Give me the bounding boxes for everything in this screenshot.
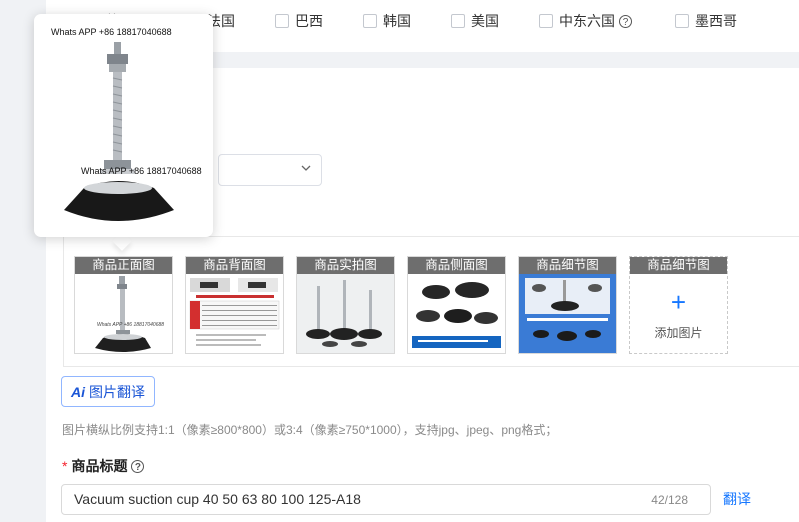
image-format-hint: 图片横纵比例支持1:1（像素≥800*800）或3:4（像素≥750*1000）… bbox=[62, 423, 558, 437]
chevron-down-icon bbox=[301, 165, 311, 171]
checkbox[interactable] bbox=[539, 14, 553, 28]
preview-watermark: Whats APP +86 18817040688 bbox=[81, 166, 202, 176]
suction-cup-preview-image bbox=[64, 42, 174, 221]
product-title-text: 商品标题 bbox=[71, 458, 128, 474]
help-icon[interactable]: ? bbox=[619, 14, 632, 28]
char-counter: 42/128 bbox=[651, 493, 688, 507]
country-checkbox-usa[interactable]: 美国 bbox=[451, 11, 499, 31]
help-icon[interactable]: ? bbox=[131, 459, 145, 473]
image-slot-label: 商品细节图 bbox=[630, 257, 727, 274]
checkbox[interactable] bbox=[675, 14, 689, 28]
image-slot-label: 商品背面图 bbox=[186, 257, 283, 274]
checkbox[interactable] bbox=[451, 14, 465, 28]
thumb-watermark: Whats APP +86 18817040688 bbox=[97, 322, 164, 328]
preview-watermark: Whats APP +86 18817040688 bbox=[51, 27, 172, 37]
image-translate-label: 图片翻译 bbox=[89, 383, 145, 400]
suction-cup-image: Whats APP +86 18817040688 bbox=[95, 276, 164, 352]
add-image-label: 添加图片 bbox=[654, 326, 703, 340]
suction-cup-detail-image bbox=[519, 274, 616, 353]
required-mark: * bbox=[62, 458, 68, 474]
product-title-input[interactable]: Vacuum suction cup 40 50 63 80 100 125-A… bbox=[61, 484, 711, 515]
translate-link[interactable]: 翻译 bbox=[723, 489, 751, 509]
country-checkbox-middle-east[interactable]: 中东六国 ? bbox=[539, 11, 632, 31]
image-slot-side[interactable]: 商品侧面图 bbox=[407, 256, 506, 354]
country-label: 中东六国 bbox=[559, 13, 615, 29]
image-slot-label: 商品侧面图 bbox=[408, 257, 505, 274]
image-slot-label: 商品细节图 bbox=[519, 257, 616, 274]
dropdown-select[interactable] bbox=[218, 154, 322, 186]
image-slot-front[interactable]: 商品正面图 Whats APP +86 18817040688 bbox=[74, 256, 173, 354]
country-checkbox-mexico[interactable]: 墨西哥 bbox=[675, 11, 737, 31]
image-slot-back[interactable]: 商品背面图 bbox=[185, 256, 284, 354]
image-slot-photo[interactable]: 商品实拍图 bbox=[296, 256, 395, 354]
product-title-label: * 商品标题 ? bbox=[62, 456, 145, 476]
country-label: 墨西哥 bbox=[695, 13, 737, 29]
spec-sheet-image bbox=[186, 274, 283, 353]
image-preview-popover: Whats APP +86 18817040688 Whats APP +86 … bbox=[34, 14, 213, 237]
country-label: 巴西 bbox=[295, 13, 323, 29]
country-checkbox-korea[interactable]: 韩国 bbox=[363, 11, 411, 31]
image-slot-detail[interactable]: 商品细节图 bbox=[518, 256, 617, 354]
country-checkbox-brazil[interactable]: 巴西 bbox=[275, 11, 323, 31]
suction-cups-side-image bbox=[408, 274, 505, 353]
product-title-value[interactable]: Vacuum suction cup 40 50 63 80 100 125-A… bbox=[74, 491, 361, 507]
plus-icon[interactable]: + bbox=[630, 289, 727, 315]
image-translate-button[interactable]: Ai 图片翻译 bbox=[61, 376, 155, 407]
checkbox[interactable] bbox=[275, 14, 289, 28]
checkbox[interactable] bbox=[363, 14, 377, 28]
ai-icon: Ai bbox=[71, 383, 85, 400]
suction-cups-photo bbox=[297, 274, 394, 353]
image-slot-label: 商品实拍图 bbox=[297, 257, 394, 274]
image-slot-label: 商品正面图 bbox=[75, 257, 172, 274]
country-label: 美国 bbox=[471, 13, 499, 29]
country-label: 韩国 bbox=[383, 13, 411, 29]
add-image-slot[interactable]: 商品细节图 + 添加图片 bbox=[629, 256, 728, 354]
